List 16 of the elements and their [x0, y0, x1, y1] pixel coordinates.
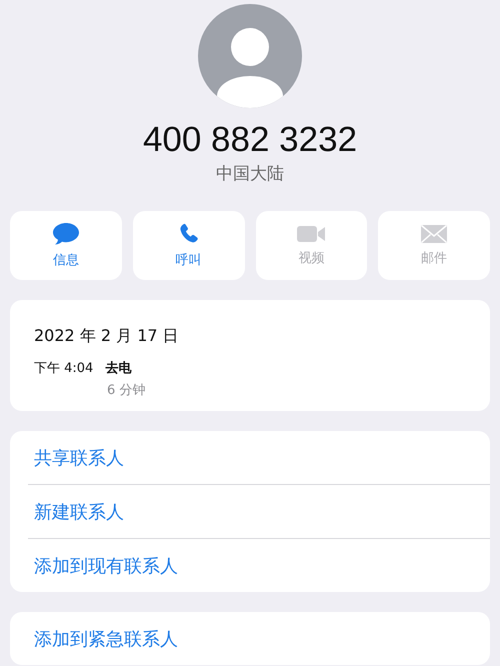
message-button[interactable]: 信息 — [10, 211, 122, 280]
avatar-icon — [198, 4, 302, 108]
call-type: 去电 — [105, 360, 132, 377]
phone-number: 400 882 3232 — [142, 120, 358, 160]
menu-item[interactable]: 添加到紧急联系人 — [34, 626, 178, 650]
call-date: 2022 年 2 月 17 日 — [34, 326, 180, 347]
menu-item[interactable]: 新建联系人 — [34, 500, 124, 524]
call-duration: 6 分钟 — [107, 382, 146, 399]
envelope-icon — [420, 224, 448, 244]
call-time: 下午 4:04 — [34, 360, 94, 377]
video-camera-icon — [296, 224, 326, 244]
speech-bubble-icon — [52, 222, 80, 246]
menu-item[interactable]: 添加到现有联系人 — [34, 554, 178, 578]
menu-item[interactable]: 共享联系人 — [34, 446, 124, 470]
call-button[interactable]: 呼叫 — [132, 211, 244, 280]
region-label: 中国大陆 — [216, 163, 284, 185]
